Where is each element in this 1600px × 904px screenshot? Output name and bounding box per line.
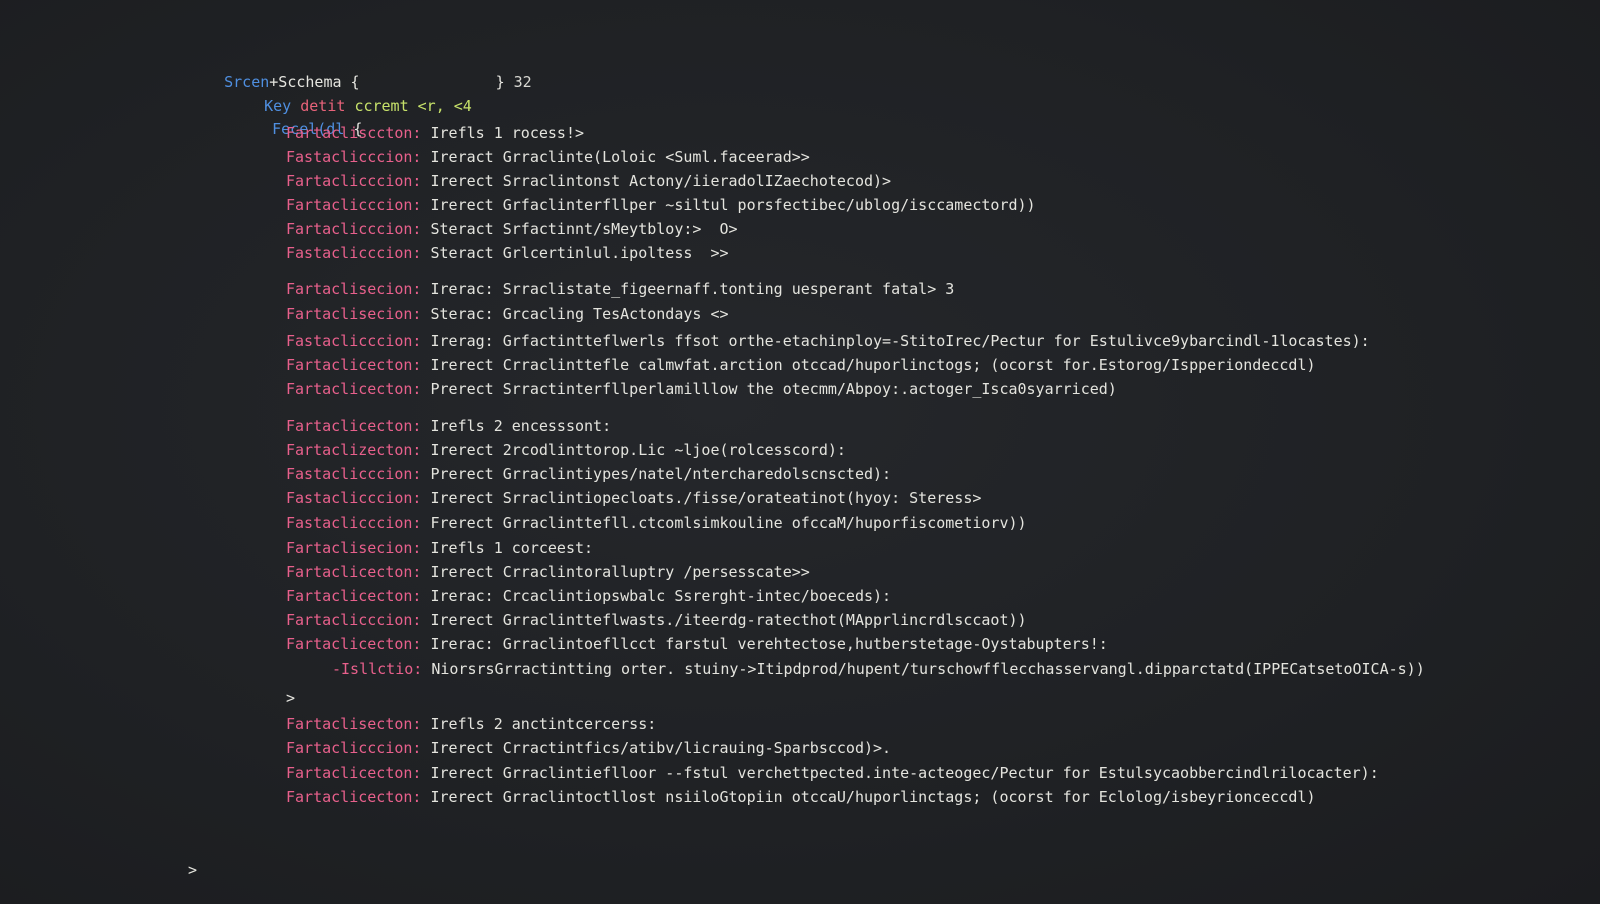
line-label: Fartaclicccion: xyxy=(286,172,422,190)
line-label: Fastaclicccion: xyxy=(286,244,422,262)
line-label: Fastaclicccion: xyxy=(286,148,422,166)
line-body: Irerect Crraclintoralluptry /persesscate… xyxy=(430,563,810,581)
code-line: Fartaclisecion: Irefls 1 corceest: xyxy=(286,539,593,557)
line-label: Fartaclicccion: xyxy=(286,220,422,238)
line-label: Fartaclicecton: xyxy=(286,788,422,806)
code-line: Fartaclizecton: Irerect 2rcodlinttorop.L… xyxy=(286,441,846,459)
line-body: Irerect 2rcodlinttorop.Lic ~ljoe(rolcess… xyxy=(430,441,846,459)
code-line: Fartaclicccion: Steract Srfactinnt/sMeyt… xyxy=(286,220,738,238)
key-expression: ccremt <r, <4 xyxy=(354,97,472,115)
line-label: Fartaclisecton: xyxy=(286,715,422,733)
line-label: Fartaclicccion: xyxy=(286,196,422,214)
code-line: Fastaclicccion: Frerect Grraclinttefll.c… xyxy=(286,514,1027,532)
key-line: Key detit ccremt <r, <4 xyxy=(228,79,472,115)
schema-close-brace: } xyxy=(495,73,505,91)
code-line: Fartaclicecton: Irerac: Crcaclintiopswba… xyxy=(286,587,891,605)
code-line: Fartaclicccion: Irerect Grfaclinterfllpe… xyxy=(286,196,1036,214)
code-line: Fastaclicccion: Irerect Srraclintiopeclo… xyxy=(286,489,981,507)
line-body: Irerect Crractintfics/atibv/licrauing-Sp… xyxy=(430,739,892,757)
line-body: Irefls 1 corceest: xyxy=(430,539,594,557)
line-body: Irerect Grfaclinterfllper ~siltul porsfe… xyxy=(430,196,1036,214)
line-body: Irerect Crraclinttefle calmwfat.arction … xyxy=(430,356,1316,374)
inner-close-caret: > xyxy=(286,689,296,707)
code-line: Fartaclicecton: Prerect Srractinterfllpe… xyxy=(286,380,1117,398)
line-body: Irerac: Grraclintoefllcct farstul vereht… xyxy=(430,635,1108,653)
code-line: Fartaclicccion: Irerect Grraclintteflwas… xyxy=(286,611,1027,629)
line-label: Fartaclicecton: xyxy=(286,635,422,653)
line-label: Fastaclicccion: xyxy=(286,489,422,507)
line-body: Irerect Srraclintiopecloats./fisse/orate… xyxy=(430,489,982,507)
code-line: Fastaclicccion: Ireract Grraclinte(Loloi… xyxy=(286,148,810,166)
line-body: Irerect Grraclintteflwasts./iteerdg-rate… xyxy=(430,611,1027,629)
line-label: Fastaclicccion: xyxy=(286,514,422,532)
line-body: Ireract Grraclinte(Loloic <Suml.faceerad… xyxy=(430,148,810,166)
line-body: NiorsrsGrractintting orter. stuiny->Itip… xyxy=(431,660,1425,678)
outer-close-caret: > xyxy=(188,861,198,879)
code-line: Fartaclicecton: Irerect Crraclintorallup… xyxy=(286,563,810,581)
line-label: Fartaclizecton: xyxy=(286,441,422,459)
line-body: Irerac: Crcaclintiopswbalc Ssrerght-inte… xyxy=(430,587,892,605)
field-line: Fecel(dl { xyxy=(236,102,362,138)
line-label: Fartaclicecton: xyxy=(286,356,422,374)
line-label: Fartaclisccton: xyxy=(286,124,422,142)
code-line: Fartaclisecion: Sterac: Grcacling TesAct… xyxy=(286,305,729,323)
code-line: Fartaclisecion: Irerac: Srraclistate_fig… xyxy=(286,280,954,298)
line-label: Fastaclicccion: xyxy=(286,332,422,350)
line-body: Irerect Grraclintieflloor --fstul verche… xyxy=(430,764,1379,782)
line-label: Fartaclicecton: xyxy=(286,764,422,782)
line-label: -Isllctio: xyxy=(332,660,423,678)
line-body: Irerect Srraclintonst Actony/iieradolIZa… xyxy=(430,172,892,190)
code-line: Fartaclicccion: Irerect Srraclintonst Ac… xyxy=(286,172,891,190)
line-body: Steract Srfactinnt/sMeytbloy:> O> xyxy=(430,220,738,238)
line-body: Irefls 2 anctintcercerss: xyxy=(430,715,657,733)
line-label: Fartaclicecton: xyxy=(286,587,422,605)
schema-header-line: Srcen+Scchema {} 32 xyxy=(188,55,532,91)
line-body: Prerect Srractinterfllperlamilllow the o… xyxy=(430,380,1117,398)
line-label: Fastaclicccion: xyxy=(286,465,422,483)
code-line: Fastaclicccion: Steract Grlcertinlul.ipo… xyxy=(286,244,729,262)
code-line: Fartaclicecton: Irefls 2 encesssont: xyxy=(286,417,611,435)
code-line: Fastaclicccion: Irerag: Grfactintteflwer… xyxy=(286,332,1370,350)
line-body: Irerag: Grfactintteflwerls ffsot orthe-e… xyxy=(430,332,1370,350)
line-body: Sterac: Grcacling TesActondays <> xyxy=(430,305,729,323)
line-body: Steract Grlcertinlul.ipoltess >> xyxy=(430,244,729,262)
line-label: Fartaclicecton: xyxy=(286,563,422,581)
line-body: Irerect Grraclintoctllost nsiiloGtopiin … xyxy=(430,788,1316,806)
line-label: Fartaclicccion: xyxy=(286,739,422,757)
code-line: Fartaclisccton: Irefls 1 rocess!> xyxy=(286,124,584,142)
line-body: Frerect Grraclinttefll.ctcomlsimkouline … xyxy=(430,514,1027,532)
code-line: Fastaclicccion: Prerect Grraclintiypes/n… xyxy=(286,465,891,483)
line-label: Fartaclicccion: xyxy=(286,611,422,629)
code-line: Fartaclicecton: Irerac: Grraclintoefllcc… xyxy=(286,635,1108,653)
code-line: Fartaclisecton: Irefls 2 anctintcercerss… xyxy=(286,715,656,733)
line-body: Prerect Grraclintiypes/natel/ntercharedo… xyxy=(430,465,892,483)
line-label: Fartaclisecion: xyxy=(286,539,422,557)
code-line: Fartaclicecton: Irerect Crraclinttefle c… xyxy=(286,356,1316,374)
code-line: Fartaclicecton: Irerect Grraclintieflloo… xyxy=(286,764,1379,782)
code-line: Fartaclicccion: Irerect Crractintfics/at… xyxy=(286,739,891,757)
code-editor[interactable]: Srcen+Scchema {} 32 Key detit ccremt <r,… xyxy=(0,0,1600,904)
line-label: Fartaclicecton: xyxy=(286,380,422,398)
line-label: Fartaclisecion: xyxy=(286,305,422,323)
line-label: Fartaclisecion: xyxy=(286,280,422,298)
schema-count: 32 xyxy=(513,73,532,91)
line-body: Irerac: Srraclistate_figeernaff.tonting … xyxy=(430,280,955,298)
code-line-nested: -Isllctio: NiorsrsGrractintting orter. s… xyxy=(332,660,1425,678)
line-body: Irefls 1 rocess!> xyxy=(430,124,585,142)
code-line: Fartaclicecton: Irerect Grraclintoctllos… xyxy=(286,788,1316,806)
line-body: Irefls 2 encesssont: xyxy=(430,417,612,435)
line-label: Fartaclicecton: xyxy=(286,417,422,435)
